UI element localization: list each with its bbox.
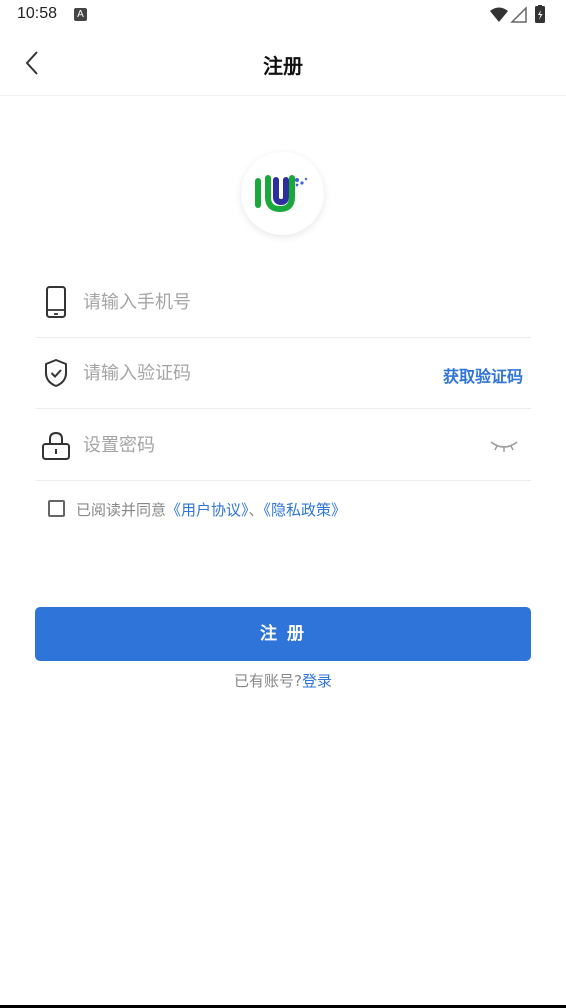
agreement-separator: 、	[248, 501, 264, 519]
battery-icon	[535, 5, 545, 23]
page-title: 注册	[263, 54, 303, 78]
agreement-text: 已阅读并同意《用户协议》、《隐私政策》	[76, 499, 346, 520]
phone-icon	[46, 286, 66, 318]
status-icons	[490, 5, 552, 25]
status-time: 10:58	[17, 5, 58, 22]
phone-input[interactable]	[83, 284, 413, 320]
wifi-icon	[490, 7, 508, 22]
agreement-checkbox[interactable]	[48, 500, 65, 517]
app-logo-icon	[255, 175, 308, 213]
login-prompt: 已有账号?	[234, 672, 302, 690]
shield-check-icon	[45, 359, 67, 387]
login-link[interactable]: 登录	[302, 672, 332, 690]
code-input[interactable]	[83, 355, 413, 391]
nav-bar: 注册	[0, 30, 566, 96]
app-logo	[241, 152, 324, 235]
signal-icon	[510, 6, 527, 23]
lock-icon	[42, 431, 70, 460]
password-input[interactable]	[83, 427, 413, 463]
login-row: 已有账号?登录	[0, 670, 566, 691]
user-agreement-link[interactable]: 《用户协议》	[166, 501, 249, 519]
notification-badge: A	[74, 8, 87, 21]
password-field-row	[36, 409, 531, 481]
privacy-policy-link[interactable]: 《隐私政策》	[264, 501, 347, 519]
status-bar: 10:58 A	[0, 0, 566, 30]
code-field-row: 获取验证码	[36, 337, 531, 409]
get-code-button[interactable]: 获取验证码	[443, 363, 523, 387]
phone-field-row	[36, 266, 531, 338]
eye-closed-icon[interactable]	[489, 437, 519, 453]
register-button[interactable]: 注 册	[35, 607, 531, 661]
agreement-prefix: 已阅读并同意	[76, 501, 167, 519]
